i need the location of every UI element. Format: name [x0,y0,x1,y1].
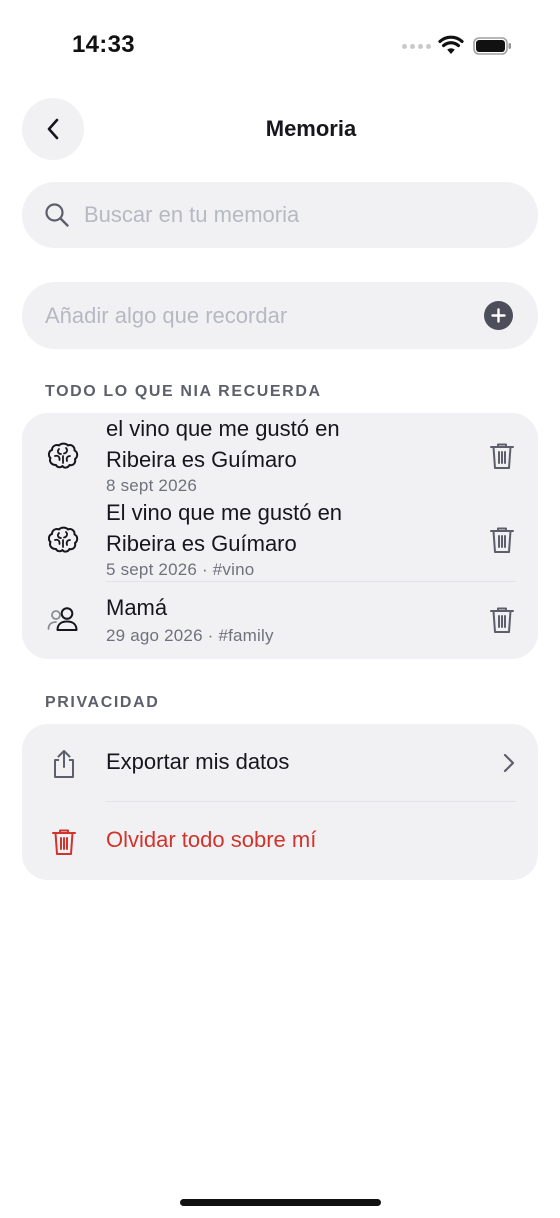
share-icon [54,750,74,778]
trash-icon[interactable] [488,441,516,471]
trash-icon [52,829,76,855]
search-field[interactable] [22,182,538,248]
add-memory-input[interactable] [45,302,465,329]
brain-icon [47,442,79,469]
list-item[interactable]: Mamá 29 ago 2026 · #family [22,581,538,659]
battery-icon [473,37,511,55]
memories-section-title: TODO LO QUE NIA RECUERDA [45,383,322,400]
status-bar: 14:33 [0,0,560,90]
forget-all-row[interactable]: Olvidar todo sobre mí [22,802,538,880]
home-indicator [180,1199,381,1206]
memory-meta: 8 sept 2026 [106,476,198,495]
signal-icon [402,44,431,49]
memory-title: Mamá [106,595,168,620]
search-icon [45,203,69,227]
add-button[interactable] [484,301,513,330]
people-icon [47,607,78,631]
plus-icon [491,308,506,323]
export-data-row[interactable]: Exportar mis datos [22,724,538,802]
export-data-label: Exportar mis datos [106,749,290,774]
page-title: Memoria [265,116,357,141]
search-input[interactable] [84,202,504,228]
memory-title: El vino que me gustó en Ribeira es Guíma… [106,500,343,556]
list-item[interactable]: El vino que me gustó en Ribeira es Guíma… [22,497,538,581]
brain-icon [47,526,79,553]
memory-title: el vino que me gustó en Ribeira es Guíma… [106,416,340,472]
add-memory-field[interactable] [22,282,538,349]
trash-icon[interactable] [488,605,516,635]
forget-all-label: Olvidar todo sobre mí [106,827,317,852]
status-time: 14:33 [72,31,135,58]
wifi-icon [438,35,464,54]
memory-list: el vino que me gustó en Ribeira es Guíma… [22,413,538,659]
memory-meta: 29 ago 2026 · #family [106,626,274,645]
privacy-card: Exportar mis datos Olvidar todo sobre mí [22,724,538,880]
list-item[interactable]: el vino que me gustó en Ribeira es Guíma… [22,413,538,497]
chevron-right-icon [503,753,515,773]
trash-icon[interactable] [488,525,516,555]
privacy-section-title: PRIVACIDAD [45,694,160,711]
memory-meta: 5 sept 2026 · #vino [106,560,255,579]
